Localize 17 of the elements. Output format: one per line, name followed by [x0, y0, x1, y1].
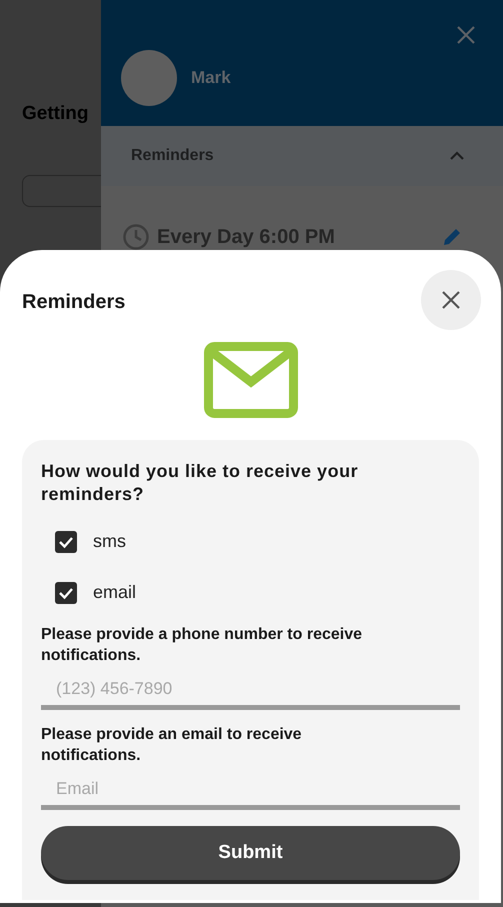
sheet-title: Reminders: [22, 290, 126, 315]
close-icon: [442, 291, 460, 309]
input-field[interactable]: (123) 456-7890: [41, 672, 460, 710]
close-icon[interactable]: [455, 24, 477, 46]
checkbox[interactable]: [55, 582, 77, 604]
checkbox-label: sms: [93, 530, 126, 553]
field-label: Please provide a phone number to receive notifications.: [41, 625, 363, 666]
checkbox[interactable]: [55, 530, 77, 552]
user-name: Mark: [191, 67, 231, 90]
checkbox-label: email: [93, 581, 136, 604]
clock-icon: [123, 224, 149, 250]
field-label: Please provide an email to receive notifications.: [41, 725, 303, 766]
envelope-icon: [204, 342, 298, 418]
submit-button[interactable]: Submit: [41, 826, 460, 880]
input-field[interactable]: Email: [41, 772, 460, 810]
page-heading: Getting: [22, 102, 90, 126]
question-text: How would you like to receive your reminders?: [41, 460, 360, 506]
